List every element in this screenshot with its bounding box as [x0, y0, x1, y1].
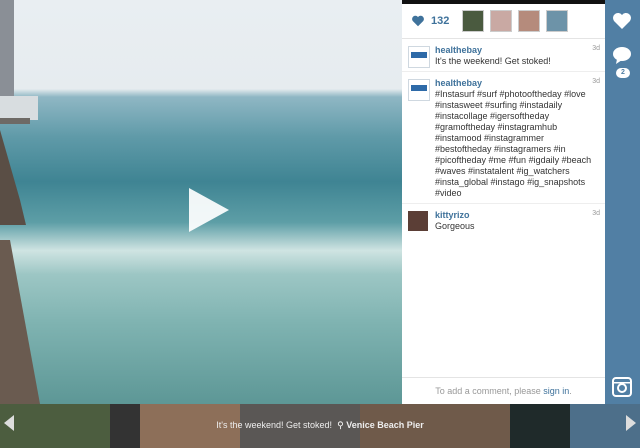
comment-count-badge: 2	[616, 68, 630, 78]
thumbnail-strip: It's the weekend! Get stoked! ⚲ Venice B…	[0, 404, 640, 448]
avatar[interactable]	[408, 79, 430, 101]
avatar[interactable]	[408, 211, 428, 231]
sign-in-prompt: To add a comment, please sign in.	[402, 377, 605, 405]
comment-item: healthebay It's the weekend! Get stoked!…	[402, 39, 605, 72]
liker-avatar[interactable]	[462, 10, 485, 32]
comment-text: #Instasurf #surf #photooftheday #love #i…	[435, 89, 592, 198]
comment-item: healthebay #Instasurf #surf #photoofthed…	[402, 72, 605, 204]
action-sidebar: 2	[605, 0, 640, 404]
comment-text: Gorgeous	[435, 221, 475, 231]
likes-count[interactable]: 132	[431, 15, 449, 27]
like-heart-icon[interactable]	[611, 10, 633, 32]
sign-in-suffix: .	[569, 386, 572, 396]
location-pin-icon: ⚲	[337, 420, 344, 430]
heart-icon[interactable]	[411, 14, 425, 28]
comment-username[interactable]: kittyrizo	[435, 210, 595, 221]
arrow-right-icon[interactable]	[624, 414, 638, 432]
comment-text: It's the weekend! Get stoked!	[435, 56, 551, 66]
comments-panel: 132 healthebay It's the weekend! Get sto…	[402, 4, 605, 404]
strip-caption: It's the weekend! Get stoked! ⚲ Venice B…	[0, 420, 640, 431]
arrow-left-icon[interactable]	[2, 414, 16, 432]
instagram-icon[interactable]	[611, 376, 633, 398]
strip-caption-text: It's the weekend! Get stoked!	[216, 420, 333, 430]
comment-username[interactable]: healthebay	[435, 45, 595, 56]
likes-row: 132	[402, 4, 605, 39]
post-video[interactable]	[0, 0, 402, 404]
comment-username[interactable]: healthebay	[435, 78, 595, 89]
liker-avatar[interactable]	[546, 10, 569, 32]
sign-in-link[interactable]: sign in	[543, 386, 569, 396]
comment-item: kittyrizo Gorgeous 3d	[402, 204, 605, 236]
pier-image	[0, 0, 40, 404]
play-icon[interactable]	[183, 186, 231, 234]
comment-timestamp: 3d	[592, 78, 600, 85]
liker-avatar[interactable]	[490, 10, 513, 32]
avatar[interactable]	[408, 46, 430, 68]
comment-timestamp: 3d	[592, 210, 600, 217]
location-name[interactable]: Venice Beach Pier	[346, 420, 424, 430]
sign-in-text: To add a comment, please	[435, 386, 544, 396]
comment-icon[interactable]	[611, 44, 633, 66]
comment-timestamp: 3d	[592, 45, 600, 52]
liker-avatar[interactable]	[518, 10, 541, 32]
